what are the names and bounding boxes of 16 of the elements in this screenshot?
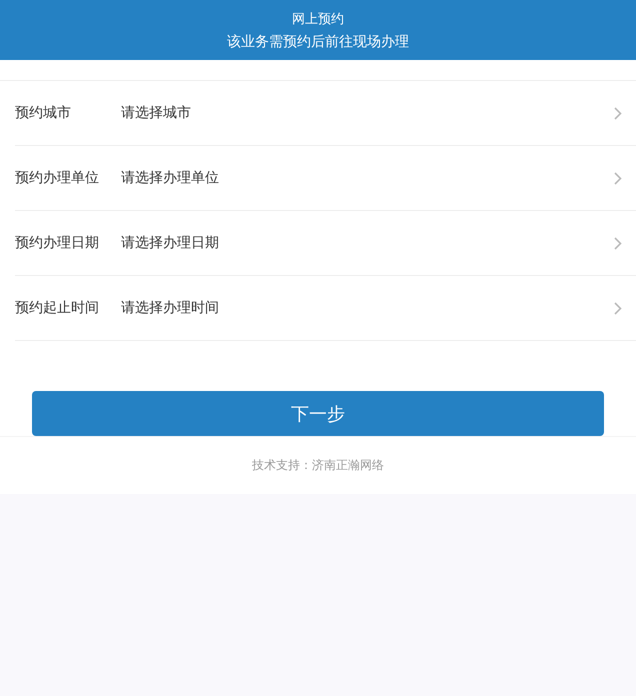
- chevron-right-icon: [614, 106, 622, 120]
- field-label: 预约办理日期: [15, 234, 100, 252]
- page-subtitle: 该业务需预约后前往现场办理: [227, 32, 409, 50]
- chevron-right-icon: [614, 302, 622, 314]
- picker-field[interactable]: 请选择办理日期: [121, 223, 636, 263]
- footer-credit: 技术支持：济南正瀚网络: [252, 457, 384, 474]
- picker-field[interactable]: 请选择城市: [121, 93, 636, 133]
- page-title: 网上预约: [292, 10, 344, 26]
- chevron-right-icon: [614, 236, 622, 250]
- next-step-button[interactable]: 下一步: [32, 391, 604, 436]
- chevron-right-icon: [614, 172, 622, 184]
- field-label: 预约起止时间: [15, 299, 100, 317]
- picker-field[interactable]: 请选择办理时间: [121, 288, 636, 328]
- field-label: 预约城市: [15, 104, 72, 122]
- field-label: 预约办理单位: [15, 169, 100, 187]
- picker-field[interactable]: 请选择办理单位: [121, 158, 636, 198]
